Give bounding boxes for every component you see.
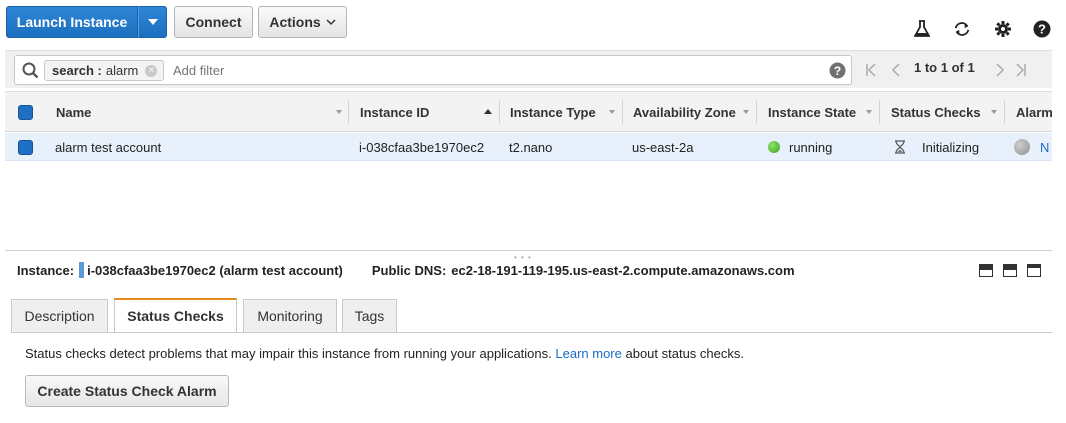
status-checks-text: Initializing [922,139,980,155]
column-resize-handle[interactable] [1004,100,1005,124]
svg-text:?: ? [834,64,841,78]
refresh-icon[interactable] [953,20,971,38]
last-page-icon[interactable] [1015,63,1027,77]
cell-instance-id: i-038cfaa3be1970ec2 [359,139,485,155]
chevron-down-icon[interactable] [336,110,342,114]
public-dns-value: ec2-18-191-119-195.us-east-2.compute.ama… [451,262,795,278]
help-icon[interactable]: ? [829,62,846,79]
column-header-availability-zone[interactable]: Availability Zone [633,92,736,132]
add-filter-input[interactable] [173,63,373,78]
status-checks-help: Status checks detect problems that may i… [25,346,744,361]
first-page-icon[interactable] [865,63,877,77]
instance-marker [79,262,85,278]
learn-more-link[interactable]: Learn more [555,346,621,361]
cell-instance-state: running [768,133,832,161]
chevron-down-icon [326,19,336,26]
table-row[interactable]: alarm test account i-038cfaa3be1970ec2 t… [5,133,1052,161]
actions-button[interactable]: Actions [258,6,347,38]
column-header-instance-id[interactable]: Instance ID [360,92,429,132]
column-header-status-checks[interactable]: Status Checks [891,92,981,132]
previous-page-icon[interactable] [891,63,901,77]
tab-status-checks[interactable]: Status Checks [114,298,237,332]
actions-label: Actions [269,14,321,30]
column-header-alarm[interactable]: Alarm [1016,92,1052,132]
chevron-down-icon[interactable] [866,110,872,114]
row-checkbox[interactable] [18,140,33,155]
close-icon[interactable]: × [145,64,158,77]
column-header-instance-state[interactable]: Instance State [768,92,856,132]
flask-icon[interactable] [913,20,931,38]
search-box[interactable]: search : alarm × ? [14,55,852,85]
select-all-checkbox[interactable] [18,105,33,120]
column-resize-handle[interactable] [622,100,623,124]
tabs-underline [11,332,1052,333]
help-icon[interactable]: ? [1033,20,1051,38]
connect-button[interactable]: Connect [174,6,253,38]
search-icon [22,62,39,79]
column-resize-handle[interactable] [348,100,349,124]
filter-bar: search : alarm × ? 1 to 1 of 1 [5,50,1052,88]
pane-divider[interactable] [5,250,1052,251]
instance-label: Instance: [17,262,75,278]
chevron-down-icon [147,19,158,25]
instance-detail-line: Instance: i-038cfaa3be1970ec2 (alarm tes… [17,262,795,278]
column-resize-handle[interactable] [879,100,880,124]
gear-icon[interactable] [994,20,1012,38]
help-text-after: about status checks. [625,346,744,361]
create-status-check-alarm-button[interactable]: Create Status Check Alarm [25,375,229,407]
layout-half-icon[interactable] [1003,264,1017,277]
cell-alarm: N [1014,133,1052,161]
tab-monitoring[interactable]: Monitoring [243,299,337,332]
chevron-down-icon[interactable] [743,110,749,114]
launch-instance-group: Launch Instance [6,6,167,38]
layout-bottom-icon[interactable] [979,264,993,277]
svg-text:?: ? [1038,22,1046,37]
top-toolbar: Launch Instance Connect Actions ? [0,0,1066,46]
resize-grip-icon[interactable]: • • • [514,253,532,262]
filter-token-value: alarm [105,63,139,78]
filter-token[interactable]: search : alarm × [44,60,165,81]
alarm-link[interactable]: N [1040,140,1049,155]
layout-full-icon[interactable] [1027,264,1041,277]
cell-availability-zone: us-east-2a [632,139,694,155]
launch-dropdown-button[interactable] [138,6,167,38]
filter-token-key: search : [52,63,102,78]
connect-label: Connect [185,14,242,30]
chevron-down-icon[interactable] [609,110,615,114]
chevron-down-icon[interactable] [991,110,997,114]
column-resize-handle[interactable] [499,100,500,124]
next-page-icon[interactable] [995,63,1005,77]
instance-state-text: running [789,139,833,155]
cell-status-checks: Initializing [894,133,979,161]
column-header-name[interactable]: Name [56,92,91,132]
pagination-text: 1 to 1 of 1 [914,60,975,75]
public-dns-label: Public DNS: [371,262,447,278]
sort-ascending-icon[interactable] [484,109,492,114]
cell-instance-type: t2.nano [509,139,553,155]
running-status-icon [768,141,780,153]
tab-description[interactable]: Description [11,299,108,332]
alarm-status-icon [1014,139,1030,155]
launch-instance-button[interactable]: Launch Instance [6,6,138,38]
hourglass-icon [895,140,905,154]
column-resize-handle[interactable] [756,100,757,124]
instance-value: i-038cfaa3be1970ec2 (alarm test account) [87,262,343,278]
table-header: Name Instance ID Instance Type Availabil… [5,91,1052,132]
help-text-before: Status checks detect problems that may i… [25,346,552,361]
tab-tags[interactable]: Tags [342,299,397,332]
cell-name: alarm test account [55,139,162,155]
column-header-instance-type[interactable]: Instance Type [510,92,596,132]
